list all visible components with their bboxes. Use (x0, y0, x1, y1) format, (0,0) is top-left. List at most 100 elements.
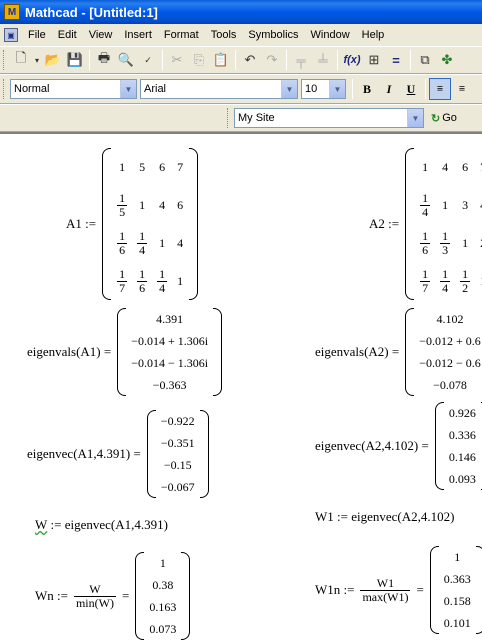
undo-icon[interactable]: ↶ (239, 49, 261, 71)
eigenvec-a1-vector: −0.922 −0.351 −0.15 −0.067 (146, 410, 209, 498)
w1-definition[interactable]: W1 := eigenvec(A2,4.102) (315, 509, 454, 525)
font-size-select[interactable]: 10 ▼ (301, 79, 346, 99)
align-center-icon[interactable]: ≡ (451, 78, 473, 100)
menu-symbolics[interactable]: Symbolics (242, 25, 304, 45)
print-preview-icon[interactable]: 🔍 (115, 49, 137, 71)
spell-check-icon[interactable]: ✓ (137, 49, 159, 71)
menu-help[interactable]: Help (356, 25, 391, 45)
menu-tools[interactable]: Tools (205, 25, 243, 45)
eigenvals-a2-result[interactable]: eigenvals(A2) = 4.102 −0.012 + 0.6 −0.012 … (315, 308, 482, 396)
resource-center-icon[interactable]: ⧉ (414, 49, 436, 71)
matrix-cell: 14 (157, 266, 168, 295)
go-arrow-icon: ↻ (431, 112, 441, 125)
matrix-a2-definition[interactable]: A2 := 1467141341613121714121 (369, 148, 482, 300)
vector-cell: −0.012 + 0.6 (419, 333, 481, 348)
matrix-cell: 13 (440, 228, 451, 257)
vector-cell: 0.073 (149, 621, 177, 636)
eigenvals-a1-result[interactable]: eigenvals(A1) = 4.391 −0.014 + 1.306i −0.0… (27, 308, 222, 396)
w1n-result[interactable]: W1n := W1 max(W1) = 1 0.363 0.158 0.101 (315, 546, 482, 634)
matrix-cell: 5 (139, 159, 146, 174)
insert-function-icon[interactable]: f(x) (341, 49, 363, 71)
matrix-cell: 1 (442, 197, 449, 212)
align-left-icon[interactable]: ≡ (429, 78, 451, 100)
menu-edit[interactable]: Edit (52, 25, 83, 45)
copy-icon[interactable]: ⎘ (188, 49, 210, 71)
window-title: Mathcad - [Untitled:1] (25, 4, 158, 20)
bold-button[interactable]: B (356, 78, 378, 100)
eigenvals-a1-vector: 4.391 −0.014 + 1.306i −0.014 − 1.306i −0.36… (117, 308, 222, 396)
vector-cell: 0.163 (149, 599, 177, 614)
vector-cell: −0.351 (160, 435, 195, 450)
mathcad-app-icon[interactable]: M (4, 4, 20, 20)
style-select[interactable]: Normal ▼ (10, 79, 137, 99)
title-bar: M Mathcad - [Untitled:1] (0, 0, 482, 24)
open-folder-icon[interactable]: 📂 (42, 49, 64, 71)
new-dropdown-icon[interactable]: ▾ (32, 49, 42, 71)
menu-view[interactable]: View (83, 25, 119, 45)
document-icon[interactable]: ▣ (4, 28, 18, 42)
vector-cell: −0.067 (160, 479, 195, 494)
wn-fraction: W min(W) (73, 581, 116, 610)
matrix-cell: 2 (475, 224, 482, 262)
matrix-cell: 1 (462, 235, 469, 250)
vector-cell: −0.078 (433, 377, 467, 392)
print-icon[interactable]: 🖶 (93, 49, 115, 71)
menu-format[interactable]: Format (158, 25, 205, 45)
underline-button[interactable]: U (400, 78, 422, 100)
paste-icon[interactable]: 📋 (210, 49, 232, 71)
toolbar-grip[interactable] (3, 50, 6, 70)
vector-cell: −0.15 (163, 457, 192, 472)
matrix-cell: 6 (177, 197, 184, 212)
redo-icon[interactable]: ↷ (261, 49, 283, 71)
w1n-vector: 1 0.363 0.158 0.101 (429, 546, 482, 634)
italic-button[interactable]: I (378, 78, 400, 100)
matrix-cell: 1 (177, 273, 184, 288)
matrix-cell: 1 (159, 235, 166, 250)
vector-cell: −0.014 + 1.306i (131, 333, 209, 348)
wn-result[interactable]: Wn := W min(W) = 1 0.38 0.163 0.073 (35, 552, 191, 640)
eigenvec-a1-result[interactable]: eigenvec(A1,4.391) = −0.922 −0.351 −0.15 −0… (27, 410, 209, 498)
menu-file[interactable]: File (22, 25, 52, 45)
align-down-icon[interactable]: ╧ (312, 49, 334, 71)
matrix-cell: 14 (420, 190, 431, 219)
worksheet[interactable]: A1 := 1567151461614141716141 A2 := 14671… (0, 132, 482, 643)
eigenvec-a2-result[interactable]: eigenvec(A2,4.102) = 0.926 0.336 0.146 0.09… (315, 402, 482, 490)
cut-icon[interactable]: ✂ (166, 49, 188, 71)
vector-cell: 1 (159, 555, 166, 570)
menu-window[interactable]: Window (305, 25, 356, 45)
matrix-row: 16 13 12 (415, 224, 482, 262)
matrix-row: 14 134 (415, 186, 482, 224)
matrix-cell: 1 (475, 262, 482, 300)
vector-cell: 0.38 (152, 577, 174, 592)
vector-cell: 4.102 (436, 311, 464, 326)
save-icon[interactable]: 💾 (64, 49, 86, 71)
help-icon[interactable]: ✤ (436, 49, 458, 71)
align-across-icon[interactable]: ╤ (290, 49, 312, 71)
go-button[interactable]: ↻ Go (427, 108, 461, 128)
vector-cell: 0.093 (448, 471, 476, 486)
matrix-cell: 17 (420, 266, 431, 295)
toolbar-grip[interactable] (3, 79, 6, 99)
new-file-icon[interactable]: 🗋 (10, 49, 32, 71)
web-toolbar: My Site ▼ ↻ Go (0, 104, 482, 132)
vector-cell: 4.391 (156, 311, 184, 326)
matrix-row: 17 14 121 (415, 262, 482, 300)
menu-insert[interactable]: Insert (118, 25, 158, 45)
matrix-cell: 4 (442, 159, 449, 174)
matrix-cell: 7 (177, 159, 184, 174)
calculate-icon[interactable]: = (385, 49, 407, 71)
matrix-cell: 1 (119, 159, 126, 174)
insert-unit-icon[interactable]: ⊞ (363, 49, 385, 71)
vector-cell: 0.926 (448, 405, 476, 420)
w-definition[interactable]: W := eigenvec(A1,4.391) (35, 517, 168, 533)
matrix-a1-definition[interactable]: A1 := 1567151461614141716141 (66, 148, 199, 300)
chevron-down-icon[interactable]: ▼ (329, 80, 345, 98)
font-select[interactable]: Arial ▼ (140, 79, 298, 99)
chevron-down-icon[interactable]: ▼ (281, 80, 297, 98)
matrix-cell: 7 (475, 148, 482, 186)
toolbar-grip[interactable] (227, 108, 230, 128)
vector-cell: 0.146 (448, 449, 476, 464)
chevron-down-icon[interactable]: ▼ (120, 80, 136, 98)
chevron-down-icon[interactable]: ▼ (407, 109, 423, 127)
site-select[interactable]: My Site ▼ (234, 108, 424, 128)
